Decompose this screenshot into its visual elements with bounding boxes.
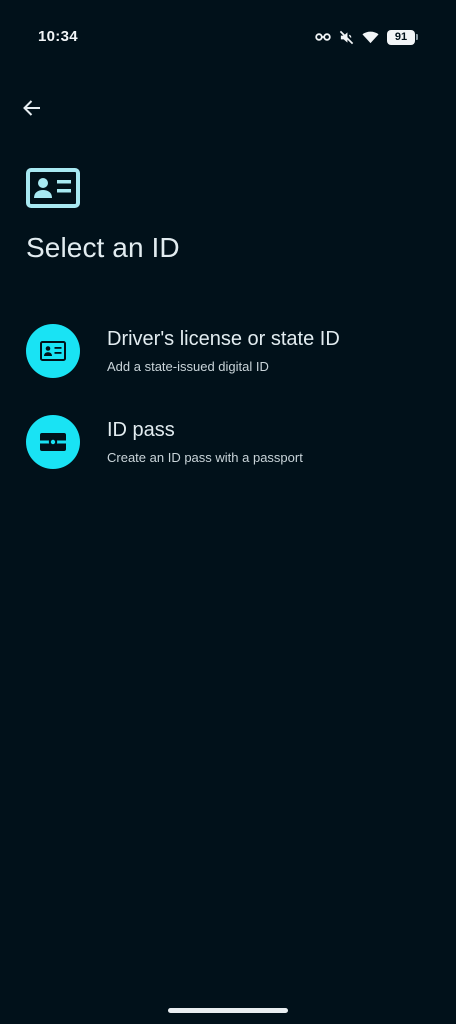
- option-id-pass[interactable]: ID pass Create an ID pass with a passpor…: [0, 403, 456, 479]
- mute-icon: [339, 30, 354, 45]
- page-title: Select an ID: [26, 232, 180, 263]
- id-pass-icon: [40, 433, 66, 451]
- id-card-icon: [26, 168, 80, 208]
- arrow-back-icon: [23, 100, 40, 116]
- select-id-screen: 10:34 91 Select an ID Driver's license o…: [0, 0, 456, 1024]
- option-title: ID pass: [107, 419, 175, 441]
- option-icon-circle: [26, 324, 80, 378]
- battery-level: 91: [387, 29, 415, 45]
- status-icons: 91: [315, 28, 418, 46]
- option-subtitle: Add a state-issued digital ID: [107, 359, 269, 374]
- option-subtitle: Create an ID pass with a passport: [107, 450, 303, 465]
- option-drivers-license[interactable]: Driver's license or state ID Add a state…: [0, 312, 456, 388]
- battery-icon: 91: [387, 29, 418, 45]
- id-card-icon: [40, 341, 66, 361]
- status-time: 10:34: [38, 28, 78, 45]
- key-link-icon: [315, 31, 331, 43]
- back-button[interactable]: [14, 90, 50, 126]
- option-icon-circle: [26, 415, 80, 469]
- battery-tip: [416, 34, 418, 40]
- status-bar: 10:34 91: [0, 0, 456, 72]
- option-title: Driver's license or state ID: [107, 328, 340, 350]
- gesture-nav-bar[interactable]: [168, 1008, 288, 1013]
- wifi-icon: [362, 30, 379, 44]
